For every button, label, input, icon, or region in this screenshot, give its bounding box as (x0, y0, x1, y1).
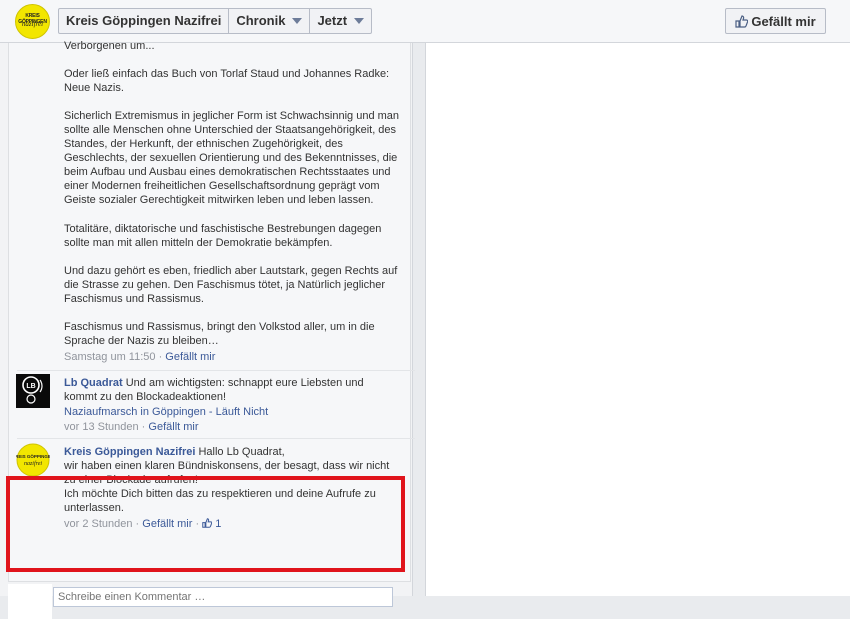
breadcrumb: Kreis Göppingen Nazifrei Chronik Jetzt (58, 8, 373, 34)
timeline-right-column (425, 43, 850, 596)
page-header: KREIS GÖPPINGEN nazifrei Kreis Göppingen… (0, 0, 850, 43)
timeline-label: Chronik (236, 13, 286, 28)
page-like-label: Gefällt mir (751, 13, 816, 29)
thumbs-up-icon (735, 14, 749, 28)
divider (17, 438, 415, 439)
logo-text-bottom: nazifrei (21, 20, 44, 28)
post-meta: Samstag um 11:50 · Gefällt mir (64, 351, 215, 363)
comment-shared-link[interactable]: Naziaufmarsch in Göppingen - Läuft Nicht (64, 406, 268, 418)
avatar-text: KREIS GÖPPINGEN (16, 453, 50, 459)
comment-attachment: Naziaufmarsch in Göppingen - Läuft Nicht (64, 405, 399, 419)
post-paragraph: Und dazu gehört es eben, friedlich aber … (64, 265, 398, 305)
post-paragraph: Oder ließ einfach das Buch von Torlaf St… (64, 68, 390, 94)
page-logo[interactable]: KREIS GÖPPINGEN nazifrei (15, 4, 50, 39)
comment-text: Hallo Lb Quadrat, (195, 446, 285, 458)
post-paragraph: Faschismus und Rassismus, bringt den Vol… (64, 321, 375, 347)
divider (17, 370, 415, 371)
timeline-dropdown[interactable]: Chronik (229, 9, 311, 33)
comment-body: Lb Quadrat Und am wichtigsten: schnappt … (64, 376, 399, 404)
chevron-down-icon (354, 18, 365, 24)
avatar-kreis-goeppingen[interactable]: KREIS GÖPPINGEN nazifrei (16, 443, 50, 477)
comment-timestamp[interactable]: vor 13 Stunden (64, 421, 139, 433)
post-like-link[interactable]: Gefällt mir (165, 351, 215, 363)
timeline-left-column: Verborgenen um... Oder ließ einfach das … (0, 40, 415, 619)
avatar-lb-quadrat[interactable]: LB (16, 374, 50, 408)
post-paragraph: Sicherlich Extremismus in jeglicher Form… (64, 110, 400, 206)
avatar-text: LB (26, 383, 35, 390)
avatar-text: nazifrei (24, 460, 42, 467)
post-timestamp[interactable]: Samstag um 11:50 (64, 351, 156, 363)
separator-dot: · (138, 421, 149, 433)
comment-author-link[interactable]: Lb Quadrat (64, 377, 123, 389)
page-like-button[interactable]: Gefällt mir (725, 8, 826, 34)
composer-avatar-placeholder (8, 584, 52, 619)
page-name: Kreis Göppingen Nazifrei (66, 13, 222, 28)
post-text-top: Verborgenen um... (64, 40, 155, 52)
date-label: Jetzt (317, 13, 348, 28)
page-name-link[interactable]: Kreis Göppingen Nazifrei (59, 9, 230, 33)
comment-meta: vor 13 Stunden · Gefällt mir (64, 421, 199, 433)
highlight-annotation-box (6, 476, 405, 572)
date-dropdown[interactable]: Jetzt (310, 9, 371, 33)
comment-like-link[interactable]: Gefällt mir (148, 421, 198, 433)
comment-input[interactable] (53, 587, 393, 607)
chevron-down-icon (292, 18, 303, 24)
post-paragraph: Totalitäre, diktatorische und faschistis… (64, 223, 382, 249)
comment-author-link[interactable]: Kreis Göppingen Nazifrei (64, 446, 195, 458)
separator-dot: · (155, 351, 166, 363)
